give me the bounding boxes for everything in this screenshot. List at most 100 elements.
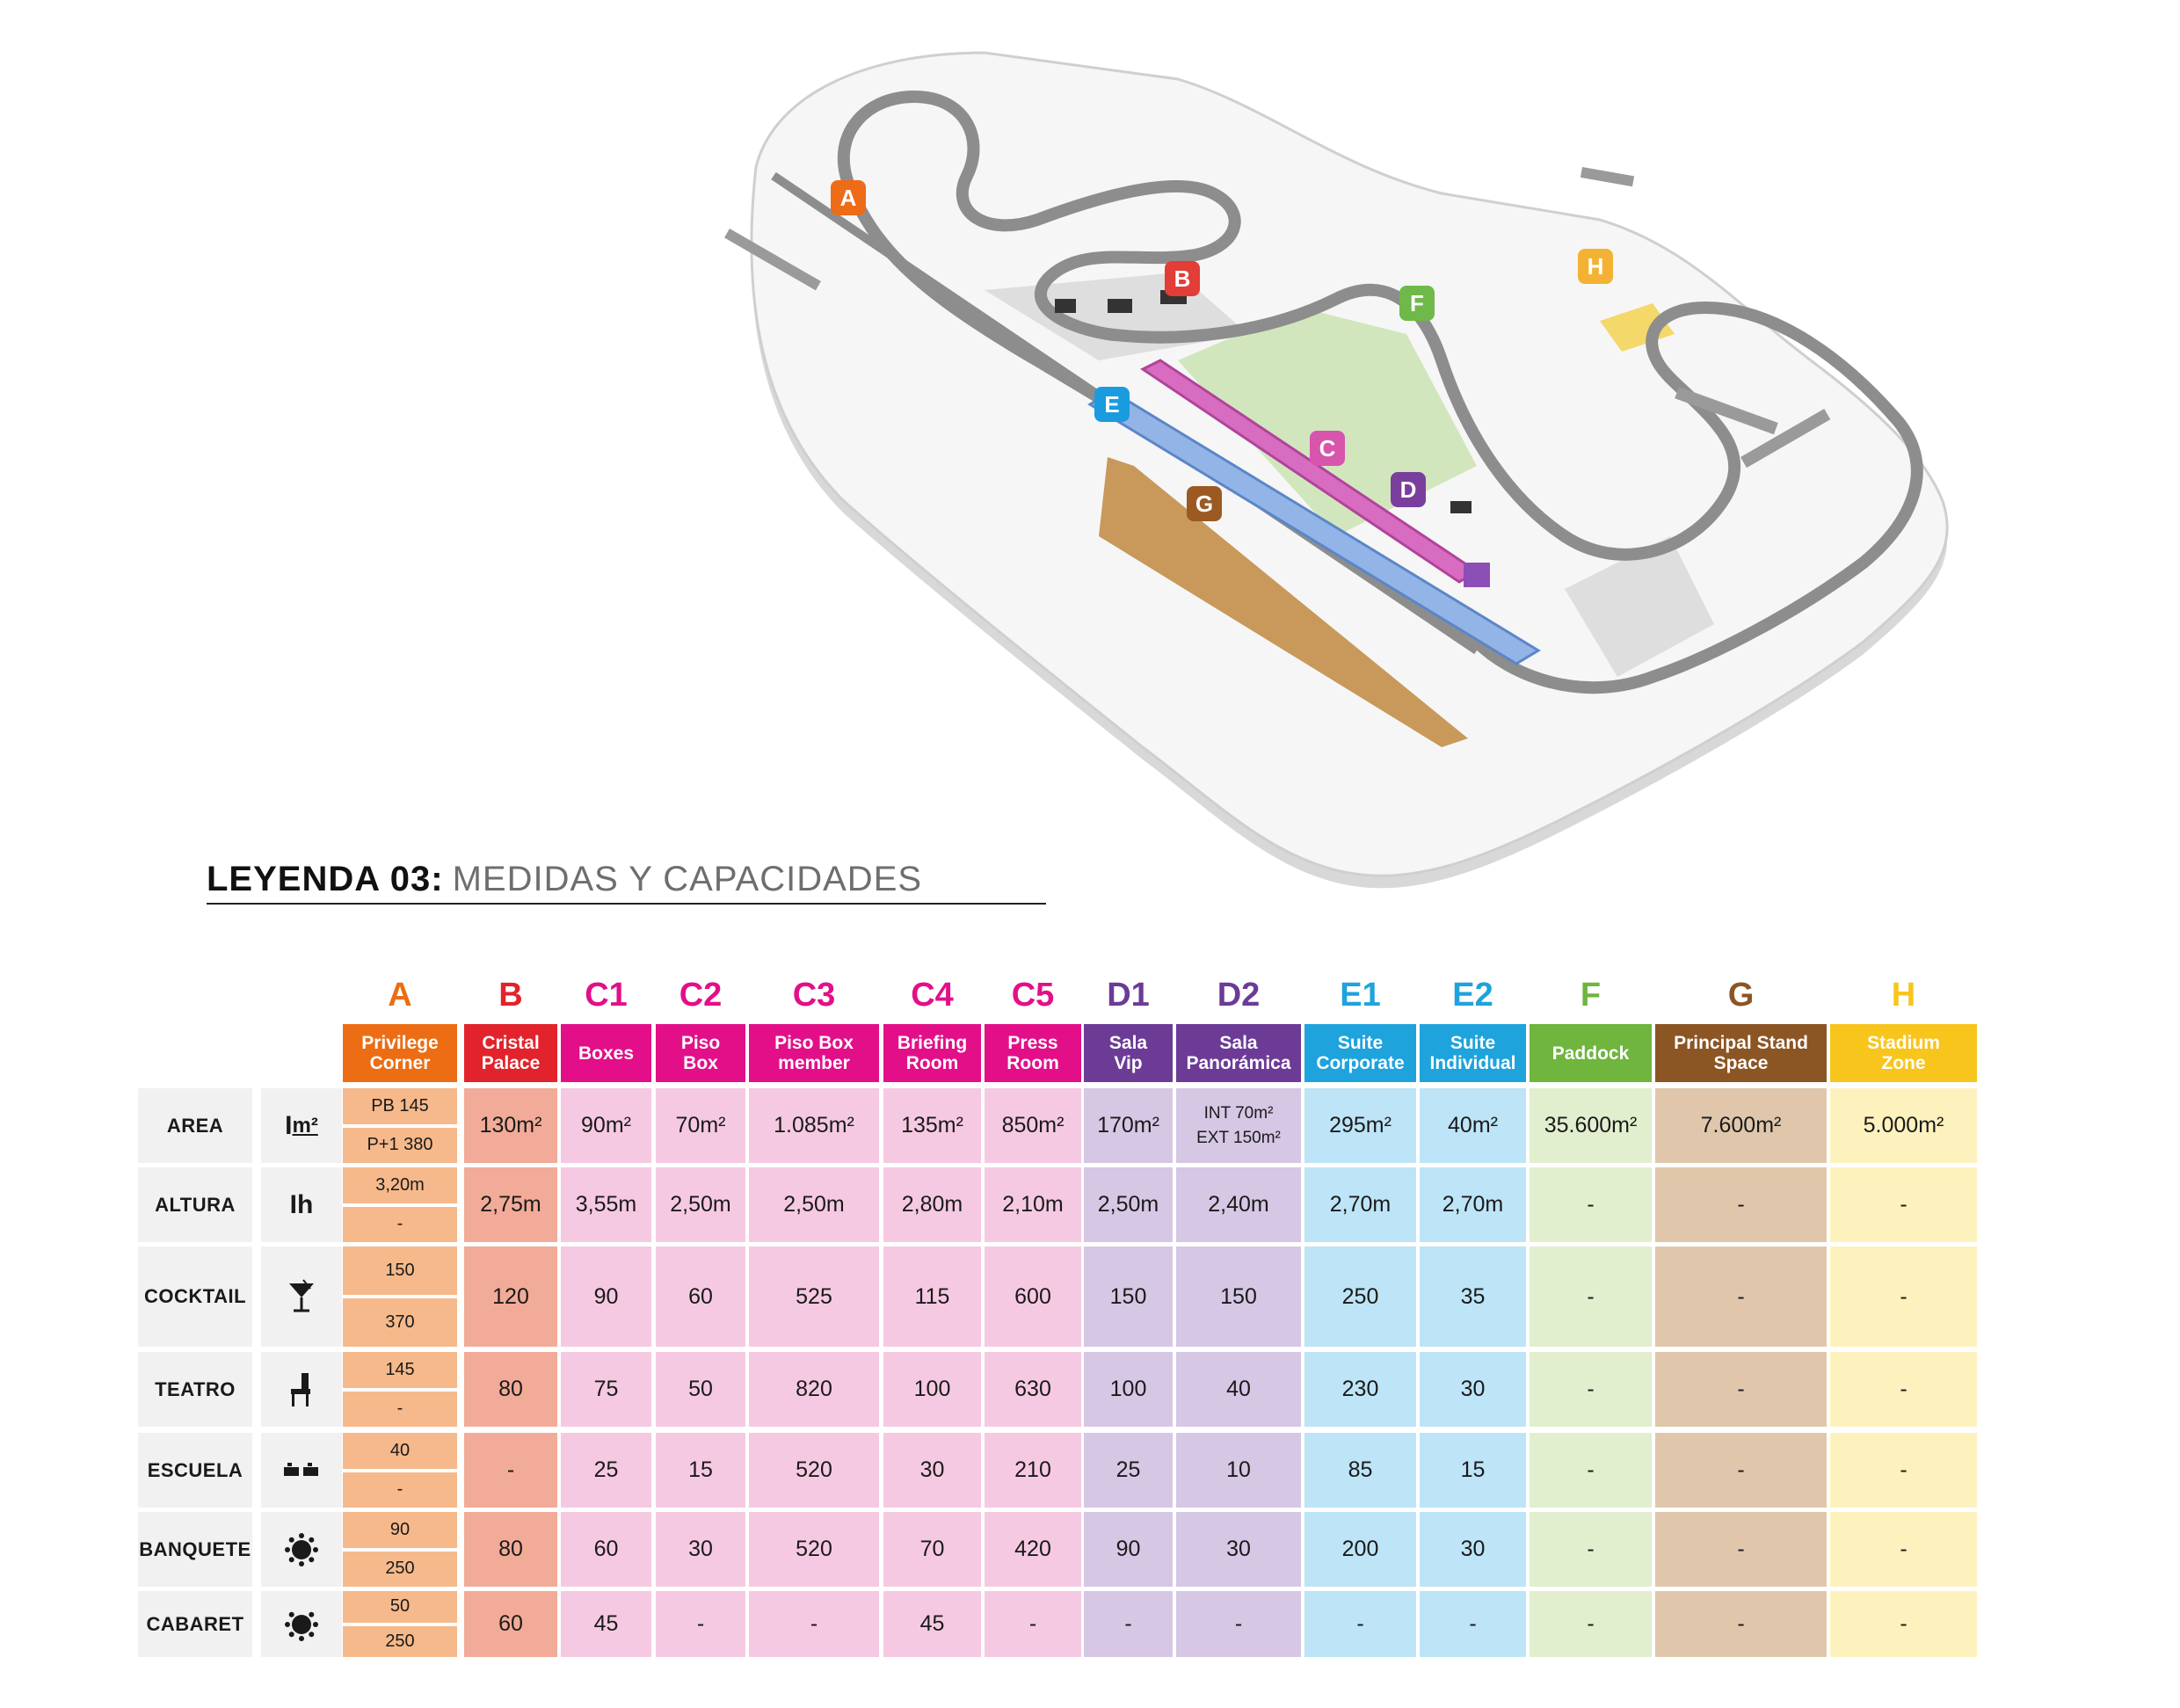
column-header[interactable]: Briefing Room	[883, 1024, 981, 1082]
column-header[interactable]: Suite Individual	[1420, 1024, 1526, 1082]
cell-a-top-text: 3,20m	[375, 1174, 425, 1195]
column-header[interactable]: Paddock	[1530, 1024, 1652, 1082]
table-cell-text: -	[1737, 1611, 1745, 1636]
column-letter-text: G	[1727, 976, 1755, 1014]
column-header[interactable]: Sala Vip	[1084, 1024, 1173, 1082]
table-cell-text: 60	[593, 1537, 619, 1561]
table-cell: -	[1655, 1512, 1827, 1587]
cell-a-top-text: 50	[389, 1596, 411, 1617]
cabaret-table-icon	[261, 1591, 342, 1657]
cell-a-bottom: 370	[343, 1298, 457, 1347]
table-cell: 60	[561, 1512, 651, 1587]
table-cell: 90m²	[561, 1088, 651, 1163]
table-cell-text: 35	[1460, 1283, 1486, 1309]
column-letter-text: F	[1580, 976, 1602, 1014]
column-header[interactable]: Privilege Corner	[343, 1024, 457, 1082]
column-header[interactable]: Press Room	[985, 1024, 1081, 1082]
table-cell: 250	[1304, 1246, 1416, 1347]
column-header-line: Panorámica	[1186, 1053, 1291, 1073]
table-cell-text: 2,70m	[1442, 1192, 1504, 1217]
column-header-line: Suite	[1337, 1033, 1384, 1053]
table-cell-text: 2,80m	[901, 1192, 963, 1217]
column-header-line: Corporate	[1316, 1053, 1405, 1073]
table-cell-text: 525	[796, 1283, 832, 1309]
cell-a-top-text: PB 145	[371, 1095, 429, 1116]
chair-icon	[261, 1352, 342, 1427]
table-cell-text: 40m²	[1448, 1113, 1498, 1137]
table-cell: 2,80m	[883, 1167, 981, 1242]
cell-a-bottom: 250	[343, 1551, 457, 1587]
school-desks-icon	[261, 1433, 342, 1508]
table-cell-text: 80	[498, 1537, 523, 1561]
table-cell: 115	[883, 1246, 981, 1347]
table-cell-text: -	[1900, 1611, 1908, 1636]
table-cell: 2,50m	[656, 1167, 745, 1242]
cell-a-top-text: 145	[385, 1359, 415, 1379]
table-cell-text: 50	[688, 1377, 713, 1401]
table-cell: -	[1304, 1591, 1416, 1657]
column-header[interactable]: Stadium Zone	[1830, 1024, 1977, 1082]
height-icon-text: h	[297, 1189, 314, 1219]
table-cell: -	[1655, 1246, 1827, 1347]
table-cell-text: 135m²	[901, 1113, 963, 1137]
table-cell-text: 15	[688, 1457, 713, 1482]
row-label: COCKTAIL	[138, 1246, 252, 1347]
table-cell: 80	[464, 1352, 557, 1427]
table-cell: 50	[656, 1352, 745, 1427]
table-cell-text: 60	[688, 1283, 713, 1309]
cell-a-bottom-text: 370	[385, 1312, 415, 1332]
table-cell-text: 7.600m²	[1700, 1113, 1782, 1137]
table-cell: 60	[464, 1591, 557, 1657]
column-header-line: Press	[1007, 1033, 1058, 1053]
row-label-text: COCKTAIL	[143, 1285, 247, 1307]
cell-a-bottom: 250	[343, 1625, 457, 1657]
table-cell: 25	[561, 1433, 651, 1508]
table-cell-text: -	[696, 1611, 705, 1636]
row-label-text: BANQUETE	[139, 1537, 251, 1560]
column-header[interactable]: Cristal Palace	[464, 1024, 557, 1082]
row-label-text: TEATRO	[155, 1377, 236, 1400]
column-letter-text: H	[1891, 976, 1916, 1014]
row-label-text: ESCUELA	[147, 1458, 243, 1481]
column-header[interactable]: Boxes	[561, 1024, 651, 1082]
table-cell-text: 630	[1014, 1377, 1051, 1401]
table-cell: 35.600m²	[1530, 1088, 1652, 1163]
table-cell-text: 850m²	[1001, 1113, 1065, 1137]
table-cell-text: 2,40m	[1208, 1192, 1269, 1217]
cell-a-top: 90	[343, 1512, 457, 1548]
column-header[interactable]: Principal Stand Space	[1655, 1024, 1827, 1082]
table-cell: -	[1530, 1246, 1652, 1347]
table-cell: 40m²	[1420, 1088, 1526, 1163]
column-letter-text: D1	[1107, 976, 1150, 1014]
table-cell-text: -	[1587, 1611, 1595, 1636]
column-header[interactable]: Suite Corporate	[1304, 1024, 1416, 1082]
cell-a-bottom-text: P+1 380	[367, 1135, 433, 1155]
table-cell: 150	[1084, 1246, 1173, 1347]
column-header[interactable]: Piso Box	[656, 1024, 745, 1082]
column-letter: B	[464, 971, 557, 1019]
table-cell: 5.000m²	[1830, 1088, 1977, 1163]
cell-a-top: 3,20m	[343, 1167, 457, 1203]
table-cell: 90	[561, 1246, 651, 1347]
table-cell-text: 60	[498, 1611, 523, 1636]
table-cell-text: -	[1900, 1537, 1908, 1561]
column-header-line: Suite	[1450, 1033, 1496, 1053]
table-cell: 200	[1304, 1512, 1416, 1587]
table-cell-text: 5.000m²	[1863, 1113, 1944, 1137]
column-header-line: Stadium	[1867, 1033, 1940, 1053]
table-cell-text: 80	[498, 1377, 523, 1401]
column-letter: D1	[1084, 971, 1173, 1019]
table-cell: 30	[1420, 1352, 1526, 1427]
table-cell-text: 2,50m	[783, 1192, 845, 1217]
table-cell-text: -	[1587, 1457, 1595, 1482]
table-cell: 2,40m	[1176, 1167, 1301, 1242]
column-header[interactable]: Piso Box member	[749, 1024, 879, 1082]
column-letter: C3	[749, 971, 879, 1019]
table-cell-text: 150	[1220, 1283, 1257, 1309]
table-cell: 120	[464, 1246, 557, 1347]
round-table-icon	[261, 1512, 342, 1587]
table-cell: 850m²	[985, 1088, 1081, 1163]
table-cell: 520	[749, 1433, 879, 1508]
column-header[interactable]: Sala Panorámica	[1176, 1024, 1301, 1082]
table-cell-text: 30	[688, 1537, 713, 1561]
